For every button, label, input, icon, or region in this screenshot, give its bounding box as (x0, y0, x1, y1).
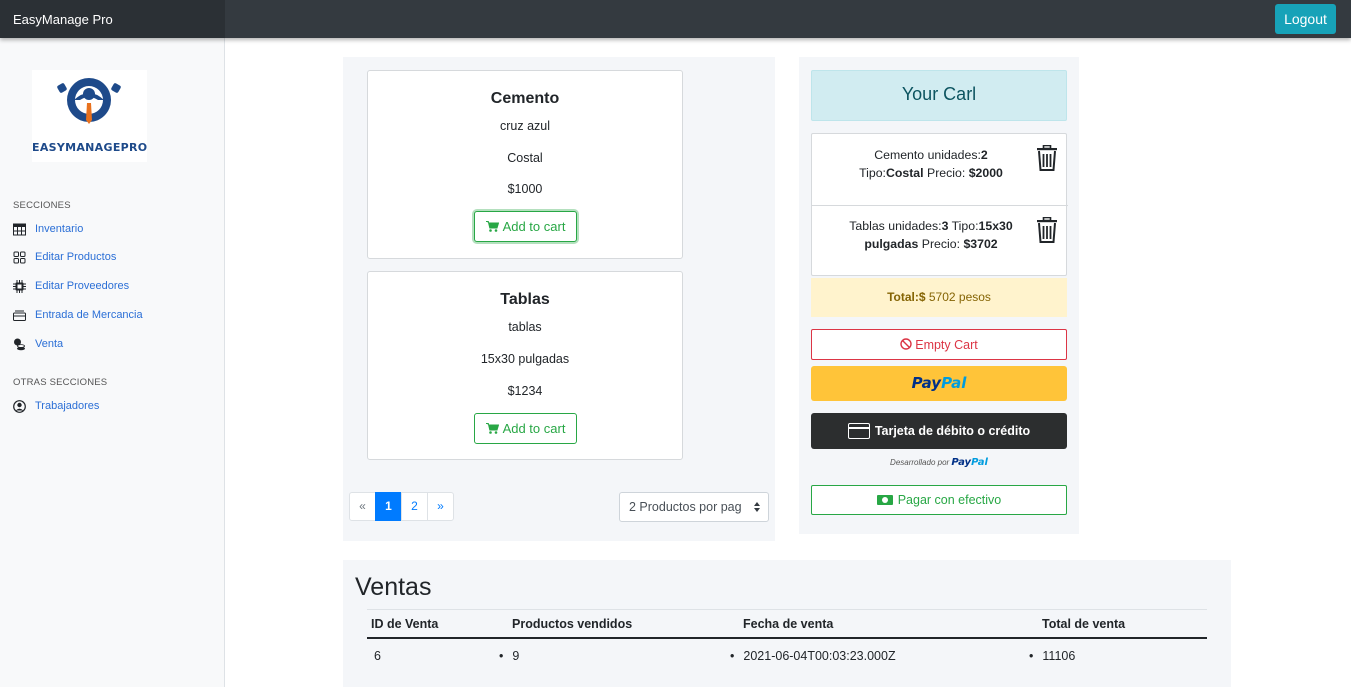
per-page-value: 2 Productos por pag (629, 500, 742, 514)
empty-cart-button[interactable]: Empty Cart (811, 329, 1067, 360)
cpu-icon (13, 279, 26, 293)
logo-emblem-icon (57, 78, 121, 124)
debit-credit-card-button[interactable]: Tarjeta de débito o crédito (811, 413, 1067, 449)
pagination-next[interactable]: » (427, 492, 454, 521)
empty-cart-label: Empty Cart (915, 338, 978, 352)
company-logo: EASYMANAGEPRO (32, 70, 147, 162)
product-type: 15x30 pulgadas (480, 352, 570, 366)
add-to-cart-label: Add to cart (502, 421, 566, 436)
column-header: Productos vendidos (512, 617, 633, 631)
cart-items-list: Cemento unidades:2 Tipo:Costal Precio: $… (811, 133, 1068, 276)
product-card: Cemento cruz azul Costal $1000 Add to ca… (367, 70, 683, 259)
product-price: $1000 (507, 182, 543, 196)
cart-icon (485, 423, 499, 434)
select-caret-icon (754, 502, 760, 512)
pagination: « 1 2 » (349, 492, 454, 521)
sidebar-item-venta[interactable]: Venta (13, 335, 63, 353)
user-circle-icon (13, 399, 26, 413)
trash-icon[interactable] (1036, 217, 1058, 243)
product-type: Costal (507, 151, 543, 165)
money-bill-icon (876, 495, 893, 505)
sales-title: Ventas (355, 573, 432, 601)
pagination-page-1[interactable]: 1 (375, 492, 402, 521)
sidebar-item-label: Editar Proveedores (35, 280, 130, 292)
cart-item: Cemento unidades:2 Tipo:Costal Precio: $… (812, 134, 1068, 205)
sidebar-item-label: Inventario (35, 223, 84, 235)
add-to-cart-button[interactable]: Add to cart (474, 211, 577, 242)
column-header: ID de Venta (371, 617, 439, 631)
product-brand: tablas (508, 320, 542, 334)
sidebar-item-editar-productos[interactable]: Editar Productos (13, 248, 116, 266)
sidebar-item-editar-proveedores[interactable]: Editar Proveedores (13, 277, 129, 295)
cart-item-details: Tablas unidades:3 Tipo:15x30 pulgadas Pr… (849, 219, 1013, 251)
cart-total: Total:$ 5702 pesos (811, 278, 1067, 317)
product-name: Cemento (490, 90, 560, 107)
logout-button[interactable]: Logout (1275, 4, 1336, 34)
sidebar-item-label: Trabajadores (35, 400, 100, 412)
section-heading-otras-secciones: OTRAS SECCIONES (13, 377, 108, 388)
cart-item: Tablas unidades:3 Tipo:15x30 pulgadas Pr… (812, 205, 1068, 276)
paypal-logo-pal: Pal (941, 374, 967, 392)
pagination-page-2[interactable]: 2 (401, 492, 428, 521)
top-navbar: EasyManage Pro Logout (0, 0, 1351, 38)
sidebar-item-label: Entrada de Mercancia (35, 309, 143, 321)
sidebar-item-trabajadores[interactable]: Trabajadores (13, 397, 99, 415)
sidebar-item-inventario[interactable]: Inventario (13, 220, 83, 238)
trash-icon[interactable] (1036, 145, 1058, 171)
product-price: $1234 (507, 384, 543, 398)
pay-cash-button[interactable]: Pagar con efectivo (811, 485, 1067, 515)
column-header: Fecha de venta (743, 617, 834, 631)
sidebar-item-label: Editar Productos (35, 251, 117, 263)
card-button-label: Tarjeta de débito o crédito (874, 424, 1031, 438)
brand-title[interactable]: EasyManage Pro (0, 0, 225, 38)
table-cell: 6 (374, 649, 381, 663)
column-header: Total de venta (1042, 617, 1126, 631)
section-heading-secciones: SECCIONES (13, 200, 71, 211)
table-cell: 9 (512, 649, 519, 663)
pay-cash-label: Pagar con efectivo (897, 493, 1002, 507)
credit-card-icon (847, 423, 870, 439)
paypal-logo-pay: Pay (911, 374, 942, 392)
product-card: Tablas tablas 15x30 pulgadas $1234 Add t… (367, 271, 683, 460)
per-page-select[interactable]: 2 Productos por pag (619, 492, 769, 522)
cart-icon (485, 221, 499, 232)
coins-icon (14, 338, 25, 350)
logo-text: EASYMANAGEPRO (32, 141, 148, 154)
cart-title: Your Carl (811, 70, 1067, 121)
pagination-prev[interactable]: « (349, 492, 376, 521)
inbox-icon (13, 310, 26, 321)
sidebar-item-entrada-de-mercancia[interactable]: Entrada de Mercancia (13, 306, 143, 324)
add-to-cart-label: Add to cart (502, 219, 566, 234)
table-cell: 2021-06-04T00:03:23.000Z (743, 649, 895, 663)
product-brand: cruz azul (499, 119, 551, 133)
sidebar: EASYMANAGEPRO SECCIONES Inventario Edita… (0, 38, 225, 687)
cart-item-details: Cemento unidades:2 Tipo:Costal Precio: $… (859, 148, 1003, 180)
paypal-button[interactable]: PayPal (811, 366, 1067, 401)
table-header-row: ID de Venta Productos vendidos Fecha de … (367, 609, 1207, 639)
product-name: Tablas (500, 291, 550, 308)
ban-icon (900, 338, 912, 350)
table-cell: 11106 (1042, 649, 1075, 663)
grid-icon (13, 251, 26, 263)
cart-total-label: Total:$ (887, 290, 926, 304)
powered-by-paypal: Desarrollado por PayPal (890, 457, 988, 468)
sidebar-item-label: Venta (35, 338, 64, 350)
cart-total-value: 5702 pesos (928, 290, 991, 304)
add-to-cart-button[interactable]: Add to cart (474, 413, 577, 444)
table-icon (13, 223, 26, 235)
